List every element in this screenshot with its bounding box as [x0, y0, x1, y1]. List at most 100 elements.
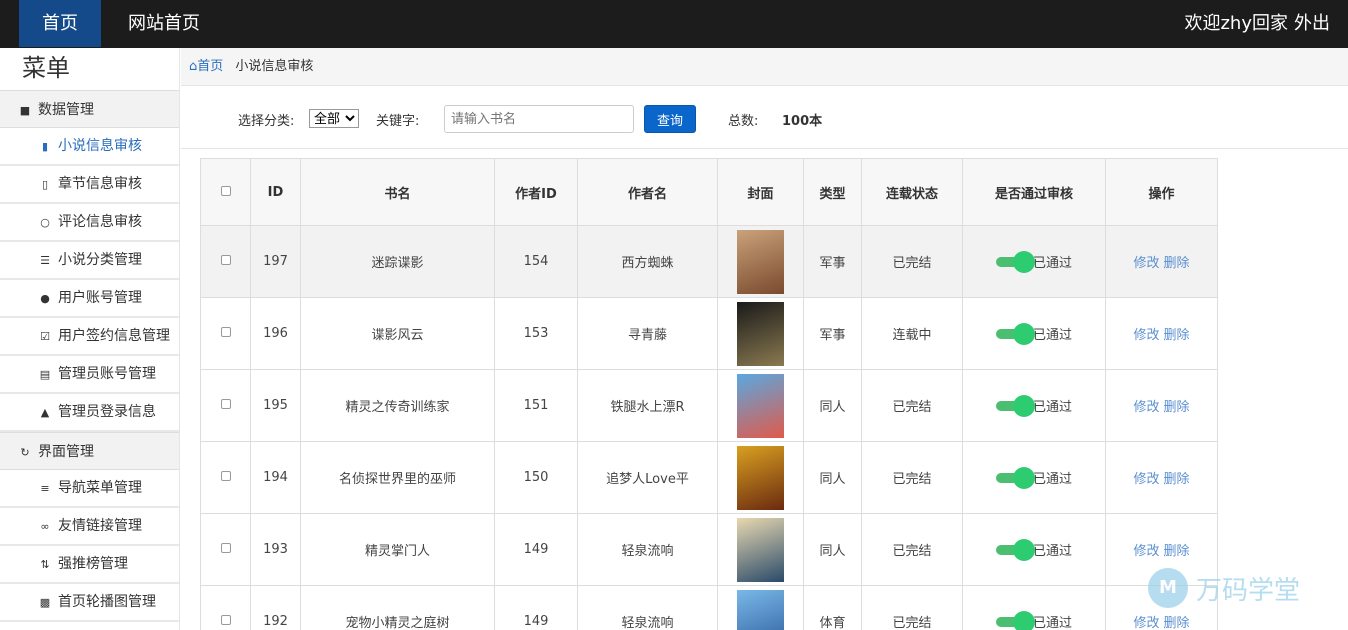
approval-toggle[interactable]: 已通过: [995, 466, 1072, 489]
cell-author: 铁腿水上漂R: [577, 369, 718, 442]
watermark-text: 万码学堂: [1196, 575, 1301, 606]
select-all-checkbox[interactable]: [220, 185, 231, 196]
cell-author-id: 154: [494, 225, 578, 298]
approval-toggle[interactable]: 已通过: [995, 394, 1072, 417]
header-cover: 封面: [717, 158, 804, 226]
approval-toggle[interactable]: 已通过: [995, 250, 1072, 273]
watermark-logo: M 万码学堂: [1148, 568, 1300, 608]
delete-link[interactable]: 删除: [1164, 472, 1190, 487]
sidebar-item-user-contract[interactable]: ☑ 用户签约信息管理: [0, 318, 179, 356]
row-checkbox[interactable]: [220, 327, 231, 337]
category-label: 选择分类:: [238, 114, 295, 129]
toggle-track: [995, 466, 1035, 489]
sidebar-item-novel-review[interactable]: ▮ 小说信息审核: [0, 128, 179, 166]
sidebar-item-label: 用户签约信息管理: [58, 328, 170, 344]
edit-link[interactable]: 修改: [1133, 616, 1159, 630]
row-checkbox[interactable]: [220, 255, 231, 265]
approval-toggle[interactable]: 已通过: [995, 538, 1072, 561]
cell-actions: 修改 删除: [1105, 441, 1218, 514]
edit-link[interactable]: 修改: [1133, 328, 1159, 343]
approval-toggle[interactable]: 已通过: [995, 610, 1072, 630]
edit-link[interactable]: 修改: [1133, 544, 1159, 559]
sidebar-item-friend-links[interactable]: ∞ 友情链接管理: [0, 508, 179, 546]
sidebar-item-comment-review[interactable]: ○ 评论信息审核: [0, 204, 179, 242]
cell-id: 192: [250, 585, 301, 630]
cell-cover: [717, 225, 804, 298]
cell-type: 同人: [803, 513, 862, 586]
row-checkbox[interactable]: [220, 615, 231, 625]
logout-link[interactable]: 外出: [1294, 13, 1330, 34]
keyword-label: 关键字:: [376, 114, 420, 129]
delete-link[interactable]: 删除: [1164, 256, 1190, 271]
row-select-cell: [200, 585, 251, 630]
cell-id: 193: [250, 513, 301, 586]
image-icon: ▩: [39, 596, 51, 609]
check-square-icon: ☑: [40, 330, 50, 343]
delete-link[interactable]: 删除: [1164, 328, 1190, 343]
cell-cover: [717, 441, 804, 514]
nav-site-home-link[interactable]: 网站首页: [118, 0, 210, 47]
approval-toggle[interactable]: 已通过: [995, 322, 1072, 345]
cell-type: 同人: [803, 369, 862, 442]
delete-link[interactable]: 删除: [1164, 544, 1190, 559]
sidebar-group-ui[interactable]: ↻ 界面管理: [0, 432, 179, 470]
cell-title: 精灵掌门人: [300, 513, 495, 586]
user-icon: ●: [40, 292, 50, 305]
sidebar-item-chapter-review[interactable]: ▯ 章节信息审核: [0, 166, 179, 204]
row-select-cell: [200, 513, 251, 586]
book-cover-image: [737, 589, 784, 630]
row-select-cell: [200, 369, 251, 442]
sidebar-item-category-manage[interactable]: ☰ 小说分类管理: [0, 242, 179, 280]
watermark-icon: M: [1148, 568, 1188, 608]
edit-link[interactable]: 修改: [1133, 256, 1159, 271]
table-row: 193 精灵掌门人 149 轻泉流响 同人 已完结 已通过 修改 删除: [200, 513, 1218, 586]
breadcrumb-home-label: 首页: [197, 59, 224, 74]
delete-link[interactable]: 删除: [1164, 400, 1190, 415]
cell-id: 197: [250, 225, 301, 298]
approval-text: 已通过: [1032, 400, 1072, 415]
id-card-icon: ▤: [39, 368, 51, 381]
sidebar-item-admin-login[interactable]: ▲ 管理员登录信息: [0, 394, 179, 432]
cell-type: 体育: [803, 585, 862, 630]
edit-link[interactable]: 修改: [1133, 400, 1159, 415]
sidebar-item-nav-menu[interactable]: ≡ 导航菜单管理: [0, 470, 179, 508]
book-cover-image: [737, 445, 784, 510]
approval-text: 已通过: [1032, 256, 1072, 271]
cell-type: 军事: [803, 297, 862, 370]
toggle-track: [995, 610, 1035, 630]
sidebar: 菜单 ■ 数据管理 ▮ 小说信息审核 ▯ 章节信息审核 ○ 评论信息审核 ☰ 小说分类管理…: [0, 48, 180, 630]
sidebar-item-label: 导航菜单管理: [58, 480, 142, 496]
sidebar-item-recommend-rank[interactable]: ⇅ 强推榜管理: [0, 546, 179, 584]
select-all-cell: [200, 158, 251, 226]
nav-home-tab[interactable]: 首页: [19, 0, 101, 47]
cell-approved: 已通过: [962, 441, 1106, 514]
sidebar-item-label: 用户账号管理: [58, 290, 142, 306]
sidebar-group-data[interactable]: ■ 数据管理: [0, 90, 179, 128]
cell-author-id: 149: [494, 585, 578, 630]
sidebar-item-user-account[interactable]: ● 用户账号管理: [0, 280, 179, 318]
cell-actions: 修改 删除: [1105, 369, 1218, 442]
cell-title: 精灵之传奇训练家: [300, 369, 495, 442]
keyword-input[interactable]: [444, 105, 634, 133]
header-author-id: 作者ID: [494, 158, 578, 226]
sidebar-item-banner[interactable]: ▩ 首页轮播图管理: [0, 584, 179, 622]
category-select[interactable]: 全部: [309, 109, 359, 128]
cell-approved: 已通过: [962, 369, 1106, 442]
cell-author-id: 151: [494, 369, 578, 442]
book-icon: ▮: [41, 140, 49, 153]
row-checkbox[interactable]: [220, 471, 231, 481]
breadcrumb-home-link[interactable]: ⌂首页: [189, 59, 223, 74]
row-checkbox[interactable]: [220, 543, 231, 553]
delete-link[interactable]: 删除: [1164, 616, 1190, 630]
cell-author: 轻泉流响: [577, 513, 718, 586]
cell-actions: 修改 删除: [1105, 297, 1218, 370]
row-checkbox[interactable]: [220, 399, 231, 409]
sidebar-group-label: 界面管理: [38, 444, 94, 460]
cell-status: 已完结: [861, 225, 963, 298]
edit-link[interactable]: 修改: [1133, 472, 1159, 487]
sidebar-item-admin-account[interactable]: ▤ 管理员账号管理: [0, 356, 179, 394]
search-button[interactable]: 查询: [644, 105, 696, 133]
cell-approved: 已通过: [962, 297, 1106, 370]
book-cover-image: [737, 301, 784, 366]
cell-id: 195: [250, 369, 301, 442]
